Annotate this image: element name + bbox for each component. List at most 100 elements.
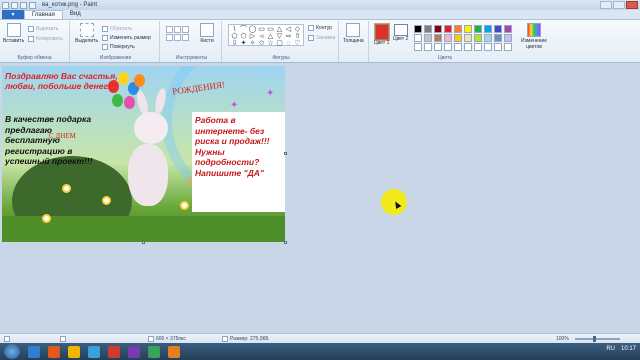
shape-option-icon[interactable]: ⬠ — [230, 33, 239, 40]
fill-icon[interactable] — [174, 26, 181, 33]
palette-swatch[interactable] — [454, 43, 462, 51]
palette-swatch[interactable] — [474, 25, 482, 33]
shape-option-icon[interactable]: ▷ — [248, 33, 257, 40]
palette-swatch[interactable] — [504, 25, 512, 33]
shape-option-icon[interactable]: ▭ — [266, 26, 275, 33]
taskbar-app-icon[interactable] — [148, 345, 160, 358]
start-button[interactable] — [4, 344, 20, 359]
shape-option-icon[interactable]: ◇ — [293, 26, 302, 33]
maximize-button[interactable] — [613, 1, 625, 9]
thickness-button[interactable]: Толщина — [343, 23, 364, 44]
cut-button[interactable]: Вырезать — [28, 26, 58, 32]
palette-swatch[interactable] — [434, 34, 442, 42]
paste-button[interactable]: Вставить — [3, 23, 24, 44]
shape-option-icon[interactable]: ✩ — [257, 40, 266, 47]
resize-handle-bottom[interactable] — [142, 241, 145, 244]
palette-swatch[interactable] — [424, 43, 432, 51]
palette-swatch[interactable] — [444, 34, 452, 42]
palette-swatch[interactable] — [464, 43, 472, 51]
shape-option-icon[interactable]: \ — [230, 26, 239, 33]
taskbar-app-icon[interactable] — [28, 345, 40, 358]
drawing-canvas[interactable]: ✦ ✦ РОЖДЕНИЯ! С ДНЕМ Поздравляю Вас счас… — [2, 66, 285, 242]
shape-option-icon[interactable]: ▭ — [257, 26, 266, 33]
palette-swatch[interactable] — [494, 34, 502, 42]
copy-button[interactable]: Копировать — [28, 36, 63, 42]
palette-swatch[interactable] — [414, 43, 422, 51]
shape-option-icon[interactable]: ◃ — [257, 33, 266, 40]
shape-option-icon[interactable]: ⌒ — [239, 26, 248, 33]
palette-swatch[interactable] — [414, 25, 422, 33]
palette-swatch[interactable] — [484, 25, 492, 33]
eraser-icon[interactable] — [166, 34, 173, 41]
text-icon[interactable] — [182, 26, 189, 33]
magnifier-icon[interactable] — [182, 34, 189, 41]
shape-option-icon[interactable]: ⇩ — [230, 40, 239, 47]
fill-button[interactable]: Заливка — [308, 35, 335, 41]
redo-icon[interactable] — [29, 1, 36, 9]
color1-button[interactable]: Цвет 1 — [373, 23, 390, 46]
shape-option-icon[interactable]: ⬡ — [239, 33, 248, 40]
shape-option-icon[interactable]: ▢ — [275, 40, 284, 47]
palette-swatch[interactable] — [464, 25, 472, 33]
taskbar-app-icon[interactable] — [48, 345, 60, 358]
zoom-slider-knob[interactable] — [593, 336, 596, 342]
shape-option-icon[interactable]: ♡ — [293, 40, 302, 47]
palette-swatch[interactable] — [454, 25, 462, 33]
tab-view[interactable]: Вид — [63, 10, 88, 19]
brushes-button[interactable]: Кисти — [200, 23, 214, 44]
taskbar-app-icon[interactable] — [68, 345, 80, 358]
shape-option-icon[interactable]: ▽ — [275, 33, 284, 40]
palette-swatch[interactable] — [434, 25, 442, 33]
select-button[interactable]: Выделить — [75, 23, 98, 44]
shapes-gallery[interactable]: \ ⌒ ◯ ▭ ▭ △ ◁ ◇ ⬠ ⬡ ▷ ◃ △ ▽ ⇨ ⇧ ⇩ ✦ ✧ ✩ ☆ ▢ ◌ ♡ — [228, 24, 304, 47]
shape-option-icon[interactable]: ⇧ — [293, 33, 302, 40]
palette-swatch[interactable] — [434, 43, 442, 51]
palette-swatch[interactable] — [424, 25, 432, 33]
save-icon[interactable] — [11, 1, 18, 9]
palette-swatch[interactable] — [474, 34, 482, 42]
minimize-button[interactable] — [600, 1, 612, 9]
undo-icon[interactable] — [20, 1, 27, 9]
shape-option-icon[interactable]: ⇨ — [284, 33, 293, 40]
shape-option-icon[interactable]: ✧ — [248, 40, 257, 47]
shape-option-icon[interactable]: ✦ — [239, 40, 248, 47]
taskbar-app-icon[interactable] — [108, 345, 120, 358]
file-menu-button[interactable]: ▾ — [2, 10, 24, 19]
shape-option-icon[interactable]: △ — [275, 26, 284, 33]
palette-swatch[interactable] — [454, 34, 462, 42]
palette-swatch[interactable] — [504, 34, 512, 42]
pencil-icon[interactable] — [166, 26, 173, 33]
palette-swatch[interactable] — [494, 43, 502, 51]
edit-colors-button[interactable]: Изменение цветов — [521, 23, 547, 50]
resize-handle-corner[interactable] — [284, 241, 287, 244]
rotate-button[interactable]: Повернуть — [102, 44, 135, 50]
shape-option-icon[interactable]: ◯ — [248, 26, 257, 33]
palette-swatch[interactable] — [444, 25, 452, 33]
shape-option-icon[interactable]: ☆ — [266, 40, 275, 47]
palette-swatch[interactable] — [414, 34, 422, 42]
taskbar-app-icon[interactable] — [88, 345, 100, 358]
palette-swatch[interactable] — [494, 25, 502, 33]
palette-swatch[interactable] — [464, 34, 472, 42]
zoom-slider[interactable] — [575, 338, 620, 340]
color2-button[interactable]: Цвет 2 — [393, 24, 408, 42]
paint-app-icon[interactable] — [2, 1, 9, 9]
taskbar-app-icon[interactable] — [128, 345, 140, 358]
resize-button[interactable]: Изменить размер — [102, 35, 151, 41]
shape-option-icon[interactable]: ◁ — [284, 26, 293, 33]
outline-button[interactable]: Контур — [308, 25, 332, 31]
palette-swatch[interactable] — [474, 43, 482, 51]
clock[interactable]: 10:17 — [621, 346, 636, 352]
palette-swatch[interactable] — [424, 34, 432, 42]
crop-button[interactable]: Обрезать — [102, 26, 132, 32]
taskbar-app-icon[interactable] — [168, 345, 180, 358]
shape-option-icon[interactable]: ◌ — [284, 40, 293, 47]
color-picker-icon[interactable] — [174, 34, 181, 41]
canvas-workspace[interactable]: ✦ ✦ РОЖДЕНИЯ! С ДНЕМ Поздравляю Вас счас… — [0, 63, 640, 333]
close-button[interactable] — [626, 1, 638, 9]
language-indicator[interactable]: RU — [606, 346, 615, 352]
palette-swatch[interactable] — [504, 43, 512, 51]
resize-handle-right[interactable] — [284, 152, 287, 155]
palette-swatch[interactable] — [444, 43, 452, 51]
color-palette[interactable] — [414, 25, 513, 51]
